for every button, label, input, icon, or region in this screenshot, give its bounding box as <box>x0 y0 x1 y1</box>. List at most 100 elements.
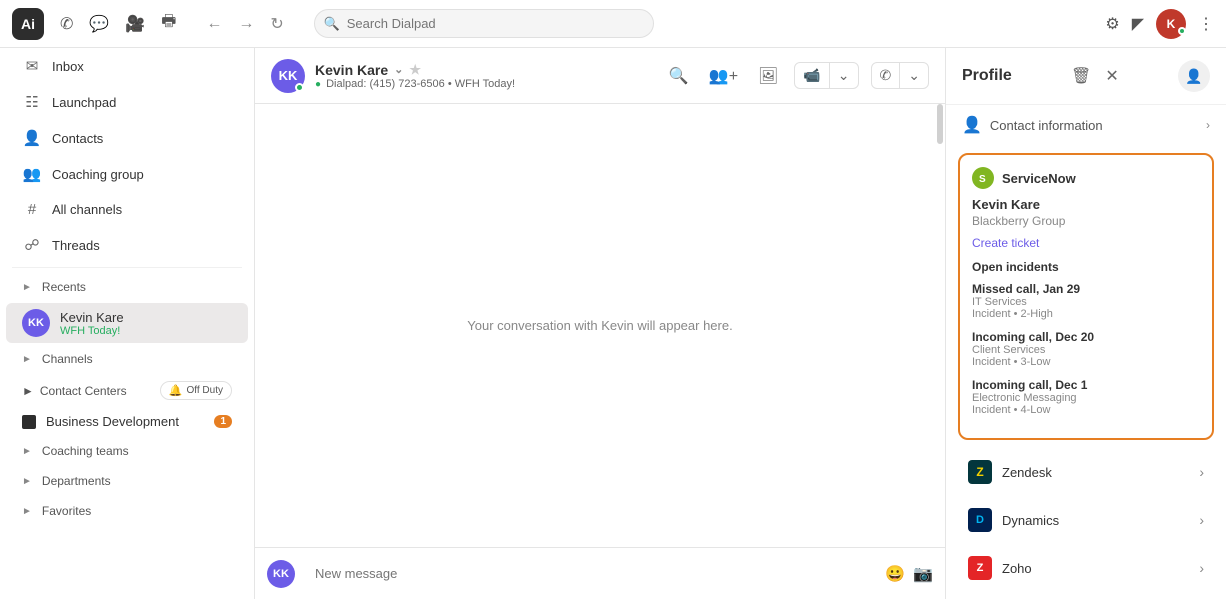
dynamics-logo: D <box>968 508 992 532</box>
chat-icon[interactable]: 💬 <box>89 14 109 34</box>
sn-incident-2-sub1: Electronic Messaging <box>972 392 1200 404</box>
servicenow-logo: S <box>972 167 994 189</box>
contact-centers-chevron: ► <box>22 384 34 398</box>
video-dropdown-button[interactable]: ⌄ <box>830 63 858 88</box>
name-chevron-icon[interactable]: ⌄ <box>394 63 403 76</box>
chat-contact-name: Kevin Kare <box>315 62 388 78</box>
panel-close-button[interactable]: ✕ <box>1102 63 1121 89</box>
channels-chevron: ► <box>22 354 32 365</box>
coaching-teams-section[interactable]: ► Coaching teams <box>6 438 248 464</box>
sidebar-item-coaching-group[interactable]: 👥 Coaching group <box>6 157 248 191</box>
chat-body: Your conversation with Kevin will appear… <box>255 104 945 547</box>
sidebar-item-contacts[interactable]: 👤 Contacts <box>6 121 248 155</box>
avatar-status-dot <box>1178 27 1186 35</box>
right-panel: Profile 🗑 ✕ 👤 👤 Contact information › S <box>946 48 1226 599</box>
attachment-icon[interactable]: 📷 <box>913 564 933 584</box>
zoho-label: Zoho <box>1002 561 1032 576</box>
channels-section[interactable]: ► Channels <box>6 346 248 372</box>
chat-phone: Dialpad: (415) 723-6506 <box>326 78 445 90</box>
sidebar-item-label: Inbox <box>52 59 84 74</box>
integration-dynamics[interactable]: D Dynamics › <box>952 498 1220 542</box>
sn-incident-0-title: Missed call, Jan 29 <box>972 282 1200 296</box>
contact-centers-row[interactable]: ► Contact Centers 🔔 Off Duty <box>6 375 248 406</box>
recent-user-avatar: KK <box>22 309 50 337</box>
recents-section[interactable]: ► Recents <box>6 274 248 300</box>
sidebar-item-inbox[interactable]: ✉ Inbox <box>6 49 248 83</box>
more-icon[interactable]: ⋮ <box>1198 14 1214 34</box>
search-container: 🔍 <box>314 9 654 38</box>
print-icon[interactable]: 🖶 <box>161 10 176 37</box>
chat-contact-avatar: KK <box>271 59 305 93</box>
chat-header-dot: • <box>448 78 455 90</box>
favorites-chevron: ► <box>22 506 32 517</box>
status-dot-icon: ● <box>315 79 321 90</box>
emoji-icon[interactable]: 😀 <box>885 564 905 584</box>
favorite-star-icon[interactable]: ★ <box>409 62 421 78</box>
refresh-button[interactable]: ↻ <box>264 10 289 38</box>
sn-create-ticket-link[interactable]: Create ticket <box>972 236 1200 250</box>
threads-icon: ☍ <box>22 236 42 254</box>
panel-title: Profile <box>962 67 1012 85</box>
back-button[interactable]: ← <box>200 11 228 37</box>
chat-footer: KK 😀 📷 <box>255 547 945 599</box>
person-icon: 👤 <box>962 115 982 135</box>
panel-profile-icon[interactable]: 👤 <box>1178 60 1210 92</box>
sn-incident-1-sub2: Incident • 3-Low <box>972 356 1200 368</box>
integration-dynamics-left: D Dynamics <box>968 508 1059 532</box>
phone-call-button[interactable]: ✆ <box>872 63 901 88</box>
topbar-icons: ✆ 💬 🎥 🖶 <box>60 10 176 37</box>
footer-icons: 😀 📷 <box>885 564 933 584</box>
zoho-chevron: › <box>1199 560 1204 576</box>
contacts-icon: 👤 <box>22 129 42 147</box>
video-call-button[interactable]: 📹 <box>795 63 829 88</box>
sidebar-item-threads[interactable]: ☍ Threads <box>6 228 248 262</box>
chat-area: KK Kevin Kare ⌄ ★ ● Dialpad: (415) 723-6… <box>255 48 946 599</box>
chat-avatar-status-dot <box>295 83 304 92</box>
servicenow-name: ServiceNow <box>1002 171 1076 186</box>
chat-header-name-row: Kevin Kare ⌄ ★ <box>315 62 655 78</box>
zoho-logo: Z <box>968 556 992 580</box>
sidebar-item-label: Contacts <box>52 131 103 146</box>
svg-text:S: S <box>979 174 986 185</box>
sidebar: ✉ Inbox ☷ Launchpad 👤 Contacts 👥 Coachin… <box>0 48 255 599</box>
panel-delete-button[interactable]: 🗑 <box>1068 63 1094 89</box>
business-dev-row[interactable]: Business Development 1 <box>6 408 248 435</box>
video-icon[interactable]: 🎥 <box>125 14 145 34</box>
recent-user-item[interactable]: KK Kevin Kare WFH Today! <box>6 303 248 343</box>
image-button[interactable]: 🖼 <box>754 62 782 90</box>
integration-zoho[interactable]: Z Zoho › <box>952 546 1220 590</box>
integration-salesforce[interactable]: ☁ Salesforce › <box>952 594 1220 599</box>
settings-icon[interactable]: ⚙ <box>1105 14 1119 34</box>
forward-button[interactable]: → <box>232 11 260 37</box>
sidebar-divider <box>12 267 242 268</box>
coaching-teams-label: Coaching teams <box>42 444 129 458</box>
contact-info-row[interactable]: 👤 Contact information › <box>946 105 1226 145</box>
sidebar-item-launchpad[interactable]: ☷ Launchpad <box>6 85 248 119</box>
footer-avatar: KK <box>267 560 295 588</box>
departments-section[interactable]: ► Departments <box>6 468 248 494</box>
search-chat-button[interactable]: 🔍 <box>665 62 693 90</box>
add-person-button[interactable]: 👥+ <box>705 62 742 90</box>
layout-icon[interactable]: ◤ <box>1132 14 1144 34</box>
favorites-section[interactable]: ► Favorites <box>6 498 248 524</box>
bell-icon: 🔔 <box>169 384 183 397</box>
recents-chevron: ► <box>22 282 32 293</box>
phone-dropdown-button[interactable]: ⌄ <box>900 63 928 88</box>
servicenow-header: S ServiceNow <box>972 167 1200 189</box>
off-duty-label: Off Duty <box>187 385 224 396</box>
recent-user-name: Kevin Kare <box>60 310 232 325</box>
search-icon: 🔍 <box>324 16 340 32</box>
phone-icon[interactable]: ✆ <box>60 14 73 34</box>
integration-zendesk-left: Z Zendesk <box>968 460 1052 484</box>
sn-incident-1: Incoming call, Dec 20 Client Services In… <box>972 330 1200 368</box>
chat-input[interactable] <box>303 558 877 589</box>
contact-centers-label: Contact Centers <box>40 384 127 398</box>
coaching-teams-chevron: ► <box>22 446 32 457</box>
scroll-thumb <box>937 104 943 144</box>
integration-zendesk[interactable]: Z Zendesk › <box>952 450 1220 494</box>
search-input[interactable] <box>314 9 654 38</box>
contact-centers-left: ► Contact Centers <box>22 384 127 398</box>
sidebar-item-all-channels[interactable]: # All channels <box>6 193 248 226</box>
zendesk-chevron: › <box>1199 464 1204 480</box>
main-layout: ✉ Inbox ☷ Launchpad 👤 Contacts 👥 Coachin… <box>0 48 1226 599</box>
